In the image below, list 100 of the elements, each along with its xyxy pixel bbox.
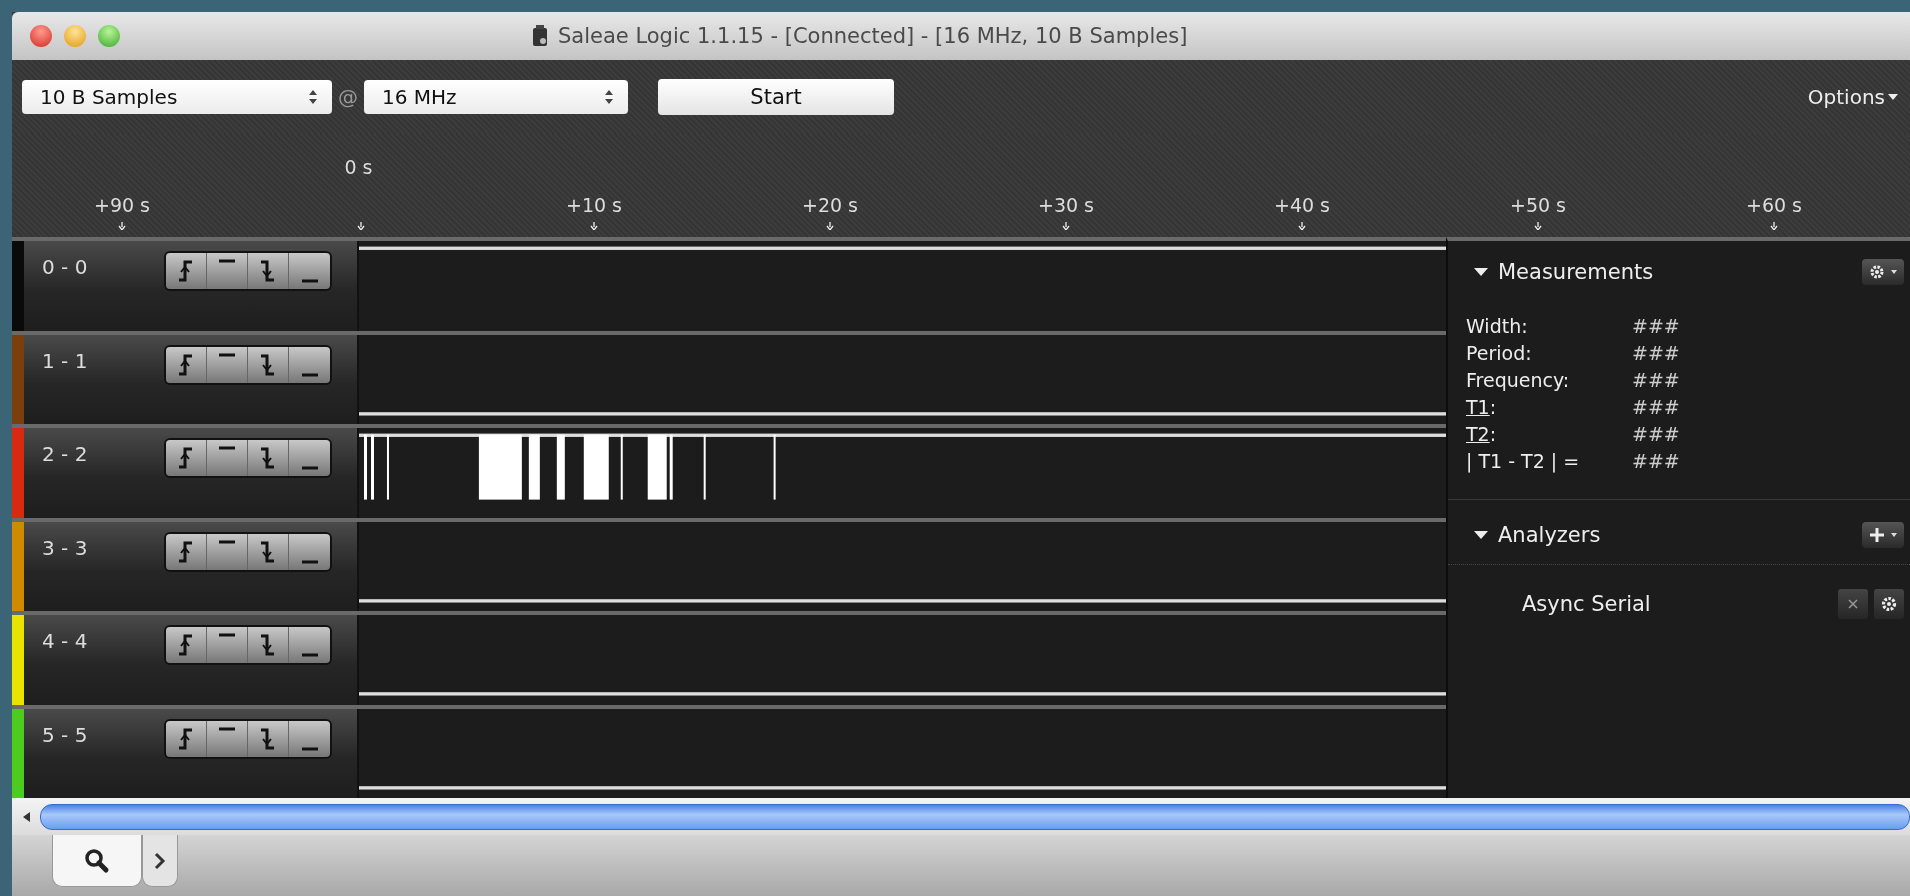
falling-edge-trigger-button[interactable] [248,346,289,383]
channel-name: 0 - 0 [42,255,89,279]
up-down-arrows-icon [308,89,318,105]
rising-edge-trigger-button[interactable] [166,627,207,663]
low-level-icon [301,559,318,564]
tick-marker-icon [118,222,126,230]
high-level-trigger-button[interactable] [207,253,248,289]
low-level-trigger-button[interactable] [289,440,330,476]
measurement-label: | T1 - T2 | = [1466,449,1581,475]
time-tick-label: +50 s [1510,194,1566,216]
channel-name: 2 - 2 [42,442,89,466]
caret-icon [1888,93,1898,101]
options-menu[interactable]: Options [1807,85,1898,109]
measurement-value: ### [1632,395,1680,420]
high-level-trigger-button[interactable] [207,533,248,570]
time-origin-label: 0 s [344,156,373,178]
caret-icon [1890,269,1898,275]
settings-icon [1868,263,1886,281]
high-level-trigger-button[interactable] [207,720,248,757]
rising-edge-trigger-button[interactable] [166,533,207,570]
tick-marker-icon [1298,222,1306,230]
rising-edge-trigger-button[interactable] [166,440,207,476]
rising-edge-trigger-button[interactable] [166,253,207,289]
tick-marker-icon [357,222,365,230]
high-level-trigger-button[interactable] [207,627,248,663]
high-level-icon [219,259,235,263]
channel-name: 4 - 4 [42,629,89,653]
scrollbar-thumb[interactable] [40,803,1910,830]
analyzers-heading: Analyzers [1498,523,1602,547]
low-level-trigger-button[interactable] [289,627,330,663]
rising-edge-trigger-button[interactable] [166,346,207,383]
time-tick-label: +60 s [1746,194,1802,216]
measurement-value: ### [1632,449,1680,474]
low-level-icon [301,279,318,283]
settings-menu-button[interactable] [1862,259,1904,285]
close-icon [1847,598,1859,610]
window-title: Saleae Logic 1.1.15 - [Connected] - [16 MHz, 10 B Samples] [558,24,1188,48]
high-level-trigger-button[interactable] [207,440,248,476]
high-level-trigger-button[interactable] [207,346,248,383]
search-icon [84,847,110,874]
time-tick-label: +90 s [94,194,150,216]
measurement-label[interactable]: T1: [1466,394,1632,421]
close-window-button[interactable] [30,25,52,47]
add-analyzer-button[interactable] [1862,522,1904,548]
channel-name: 1 - 1 [42,348,89,373]
tick-marker-icon [1770,222,1778,230]
measurement-value: ### [1632,341,1680,366]
measurements-heading: Measurements [1498,260,1655,284]
low-level-icon [301,466,318,470]
app-icon [532,25,548,47]
time-tick-label: +20 s [802,194,858,216]
collapse-arrow-icon[interactable] [1474,267,1488,277]
low-level-trigger-button[interactable] [289,720,330,757]
analyzer-name: Async Serial [1522,592,1652,616]
sample-rate-dropdown[interactable]: 16 MHz [364,80,628,114]
tick-marker-icon [826,222,834,230]
rising-edge-trigger-button[interactable] [166,720,207,757]
measurement-label: Width: [1466,314,1529,339]
analyzer-settings-button[interactable] [1874,589,1904,619]
measurement-label: Frequency: [1466,368,1571,393]
falling-edge-trigger-button[interactable] [248,533,289,570]
tick-marker-icon [1062,222,1070,230]
channel-name: 3 - 3 [42,535,89,560]
measurement-value: ### [1632,368,1680,393]
up-down-arrows-icon [604,89,614,105]
falling-edge-trigger-button[interactable] [248,253,289,289]
tick-marker-icon [1534,222,1542,230]
high-level-icon [219,726,235,731]
high-level-icon [219,352,235,357]
search-tab[interactable] [52,835,142,887]
time-tick-label: +30 s [1038,194,1094,216]
caret-icon [1890,532,1898,538]
falling-edge-trigger-button[interactable] [248,440,289,476]
tick-marker-icon [590,222,598,230]
at-sign: @ [338,85,358,109]
measurement-label: Period: [1466,341,1533,366]
samples-dropdown[interactable]: 10 B Samples [22,80,332,114]
console-tab[interactable] [142,835,178,887]
high-level-icon [219,446,235,450]
low-level-trigger-button[interactable] [289,346,330,383]
start-button[interactable]: Start [658,79,894,115]
falling-edge-trigger-button[interactable] [248,627,289,663]
chevron-right-icon [154,850,166,871]
measurement-label[interactable]: T2: [1466,421,1632,448]
remove-analyzer-button[interactable] [1838,589,1868,619]
low-level-icon [301,653,318,657]
falling-edge-trigger-button[interactable] [248,720,289,757]
low-level-icon [301,372,318,377]
plus-icon [1868,526,1886,544]
collapse-arrow-icon[interactable] [1474,530,1488,540]
low-level-trigger-button[interactable] [289,253,330,289]
measurement-value: ### [1632,422,1680,447]
measurement-value: ### [1632,314,1680,339]
settings-icon [1880,595,1898,613]
channel-name: 5 - 5 [42,722,89,747]
time-tick-label: +40 s [1274,194,1330,216]
high-level-icon [219,539,235,544]
low-level-icon [301,746,318,751]
low-level-trigger-button[interactable] [289,533,330,570]
time-tick-label: +10 s [566,194,622,216]
